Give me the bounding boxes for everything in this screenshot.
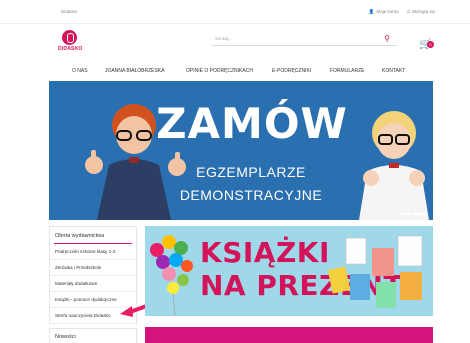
account-link[interactable]: 👤 Moje konto — [369, 9, 399, 15]
logout-icon: ⏻ — [406, 9, 411, 14]
slider-indicators[interactable] — [396, 213, 427, 215]
promo-title-line-1: KSIĄŻKI — [200, 236, 330, 269]
logo-mark-icon — [61, 30, 77, 45]
sidebar-item-textbooks[interactable]: Podręczniki szkolne klasy 1-3 — [50, 244, 136, 260]
sidebar-item-materials[interactable]: Materiały dodatkowe — [50, 276, 136, 292]
news-heading: Nowości — [55, 334, 76, 340]
hero-banner[interactable]: ZAMÓW EGZEMPLARZE DEMONSTRACYJNE — [49, 81, 433, 220]
sidebar-heading: Oferta wydawnictwa — [54, 227, 132, 244]
slider-dot[interactable] — [396, 213, 410, 215]
main-nav: O NAS JOANNA BIAŁOBRZESKA OPINIE O PODRĘ… — [0, 64, 470, 78]
nav-item-opinions[interactable]: OPINIE O PODRĘCZNIKACH — [186, 68, 253, 74]
balloons-image — [150, 235, 193, 316]
nav-item-forms[interactable]: FORMULARZE — [330, 68, 364, 74]
hero-title: ZAMÓW — [156, 99, 348, 148]
nav-item-joanna[interactable]: JOANNA BIAŁOBRZESKA — [105, 68, 164, 74]
topbar-account-links: 👤 Moje konto ⏻ Wyloguj się — [369, 9, 435, 15]
search-input[interactable]: Szukaj... — [215, 36, 232, 41]
topbar-site-name: Didasko — [61, 9, 78, 14]
logout-link[interactable]: ⏻ Wyloguj się — [406, 9, 435, 15]
nav-item-ebooks[interactable]: E-PODRĘCZNIKI — [272, 68, 311, 74]
top-utility-bar: Didasko 👤 Moje konto ⏻ Wyloguj się — [0, 0, 470, 24]
search-icon[interactable]: ⚲ — [384, 34, 390, 43]
cart-count-badge: 0 — [427, 41, 434, 48]
next-banner[interactable] — [145, 327, 433, 343]
search-box[interactable]: Szukaj... ⚲ — [212, 32, 397, 46]
nav-item-about[interactable]: O NAS — [72, 68, 88, 74]
slider-dot-active[interactable] — [413, 213, 427, 215]
cart-button[interactable]: 🛒 0 — [419, 34, 435, 50]
hero-subtitle-line-2: DEMONSTRACYJNE — [179, 187, 323, 203]
site-logo[interactable]: DIDASKO — [58, 30, 83, 54]
promo-banner[interactable]: KSIĄŻKI NA PREZENT — [145, 226, 433, 316]
news-panel: Nowości — [49, 328, 137, 343]
sidebar-item-preschool[interactable]: Zerówka i Przedszkole — [50, 260, 136, 276]
logo-text: DIDASKO — [58, 46, 83, 52]
nav-item-contact[interactable]: KONTAKT — [382, 68, 405, 74]
user-icon: 👤 — [368, 9, 375, 14]
books-image — [327, 235, 423, 308]
hero-subtitle-line-1: EGZEMPLARZE — [196, 164, 306, 180]
